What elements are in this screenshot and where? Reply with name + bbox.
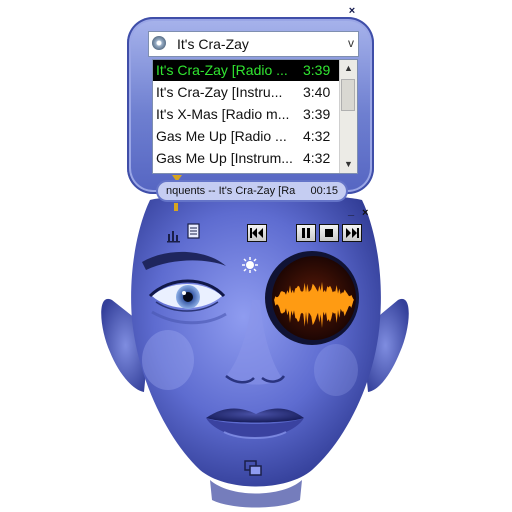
chevron-down-icon[interactable]: v (348, 36, 354, 50)
scroll-up-icon[interactable]: ▲ (340, 60, 357, 77)
track-row[interactable]: Gas Me Up [Radio ... 4:32 (153, 126, 339, 147)
track-duration: 4:32 (303, 150, 331, 166)
scroll-thumb[interactable] (341, 79, 355, 111)
track-duration: 4:32 (303, 128, 331, 144)
elapsed-time: 00:15 (310, 185, 338, 197)
track-title: It's X-Mas [Radio m... (156, 106, 290, 122)
previous-button[interactable] (247, 224, 267, 242)
sun-icon (242, 257, 258, 273)
cd-icon (152, 36, 166, 50)
track-row[interactable]: It's Cra-Zay [Instru... 3:40 (153, 82, 339, 103)
track-title: It's Cra-Zay [Radio ... (156, 62, 288, 78)
player-window: × It's Cra-Zay v It's Cra-Zay [Radio ...… (0, 0, 512, 512)
track-list[interactable]: It's Cra-Zay [Radio ... 3:39 It's Cra-Za… (152, 59, 358, 174)
track-title: Gas Me Up [Radio ... (156, 128, 287, 144)
close-icon[interactable]: × (347, 6, 357, 17)
pause-icon (302, 228, 310, 238)
track-duration: 3:39 (303, 62, 331, 78)
track-row[interactable]: It's X-Mas [Radio m... 3:39 (153, 104, 339, 125)
close-player-icon[interactable]: × (362, 207, 368, 219)
track-row[interactable]: It's Cra-Zay [Radio ... 3:39 (153, 60, 339, 81)
playlist-selector[interactable]: It's Cra-Zay v (148, 31, 359, 57)
stop-icon (325, 229, 333, 237)
playlist-current: It's Cra-Zay (177, 36, 249, 52)
now-playing-text: nquents -- It's Cra-Zay [Ra (166, 185, 296, 197)
stop-button[interactable] (319, 224, 339, 242)
track-title: Gas Me Up [Instrum... (156, 150, 292, 166)
playlist-scrollbar[interactable]: ▲ ▼ (339, 60, 357, 173)
now-playing-display: nquents -- It's Cra-Zay [Ra 00:15 (156, 180, 348, 202)
minimize-icon[interactable]: _ (348, 205, 354, 217)
next-icon (346, 228, 359, 238)
track-duration: 3:40 (303, 84, 331, 100)
pause-button[interactable] (296, 224, 316, 242)
track-row[interactable]: Gas Me Up [Instrum... 4:32 (153, 148, 339, 169)
track-duration: 3:39 (303, 106, 331, 122)
previous-icon (250, 228, 263, 238)
scroll-down-icon[interactable]: ▼ (340, 156, 357, 173)
playlist-icon (187, 223, 200, 239)
track-title: It's Cra-Zay [Instru... (156, 84, 283, 100)
next-button[interactable] (342, 224, 362, 242)
seek-marker-stem (174, 203, 178, 211)
